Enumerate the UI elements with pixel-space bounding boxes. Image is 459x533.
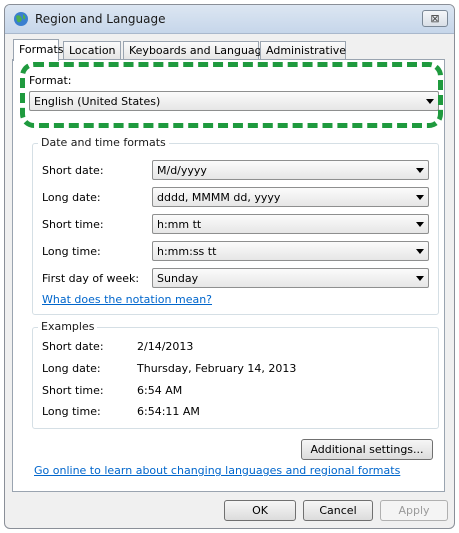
long-date-label: Long date:: [42, 191, 101, 204]
short-date-label: Short date:: [42, 164, 104, 177]
example-long-time-label: Long time:: [42, 405, 101, 418]
tab-location[interactable]: Location: [63, 41, 121, 60]
chevron-down-icon: [426, 99, 434, 104]
tab-formats[interactable]: Formats: [13, 39, 64, 61]
long-time-label: Long time:: [42, 245, 101, 258]
example-short-date-label: Short date:: [42, 340, 104, 353]
close-icon: ⊠: [430, 12, 440, 25]
apply-button[interactable]: Apply: [380, 500, 448, 521]
example-short-time-value: 6:54 AM: [137, 384, 183, 397]
long-time-select[interactable]: h:mm:ss tt: [152, 241, 429, 261]
chevron-down-icon: [416, 195, 424, 200]
short-date-select[interactable]: M/d/yyyy: [152, 160, 429, 180]
chevron-down-icon: [416, 168, 424, 173]
short-time-label: Short time:: [42, 218, 104, 231]
examples-legend: Examples: [38, 320, 98, 333]
short-time-select[interactable]: h:mm tt: [152, 214, 429, 234]
ok-button[interactable]: OK: [224, 500, 296, 521]
example-short-date-value: 2/14/2013: [137, 340, 194, 353]
chevron-down-icon: [416, 276, 424, 281]
title-bar: Region and Language ⊠: [5, 5, 454, 34]
long-date-select[interactable]: dddd, MMMM dd, yyyy: [152, 187, 429, 207]
first-day-of-week-label: First day of week:: [42, 272, 140, 285]
tab-keyboards-languages[interactable]: Keyboards and Languages: [123, 41, 274, 60]
tab-administrative[interactable]: Administrative: [260, 41, 346, 60]
date-time-formats-legend: Date and time formats: [38, 136, 169, 149]
online-help-link[interactable]: Go online to learn about changing langua…: [34, 464, 400, 477]
example-short-time-label: Short time:: [42, 384, 104, 397]
example-long-time-value: 6:54:11 AM: [137, 405, 200, 418]
additional-settings-button[interactable]: Additional settings...: [301, 439, 433, 460]
close-button[interactable]: ⊠: [422, 10, 448, 27]
example-long-date-label: Long date:: [42, 362, 101, 375]
cancel-button[interactable]: Cancel: [303, 500, 373, 521]
notation-help-link[interactable]: What does the notation mean?: [42, 293, 212, 306]
globe-icon: [14, 12, 28, 26]
first-day-of-week-select[interactable]: Sunday: [152, 268, 429, 288]
chevron-down-icon: [416, 249, 424, 254]
format-select[interactable]: English (United States): [29, 91, 439, 111]
format-label: Format:: [29, 74, 72, 87]
example-long-date-value: Thursday, February 14, 2013: [137, 362, 297, 375]
chevron-down-icon: [416, 222, 424, 227]
window-title: Region and Language: [35, 12, 166, 26]
